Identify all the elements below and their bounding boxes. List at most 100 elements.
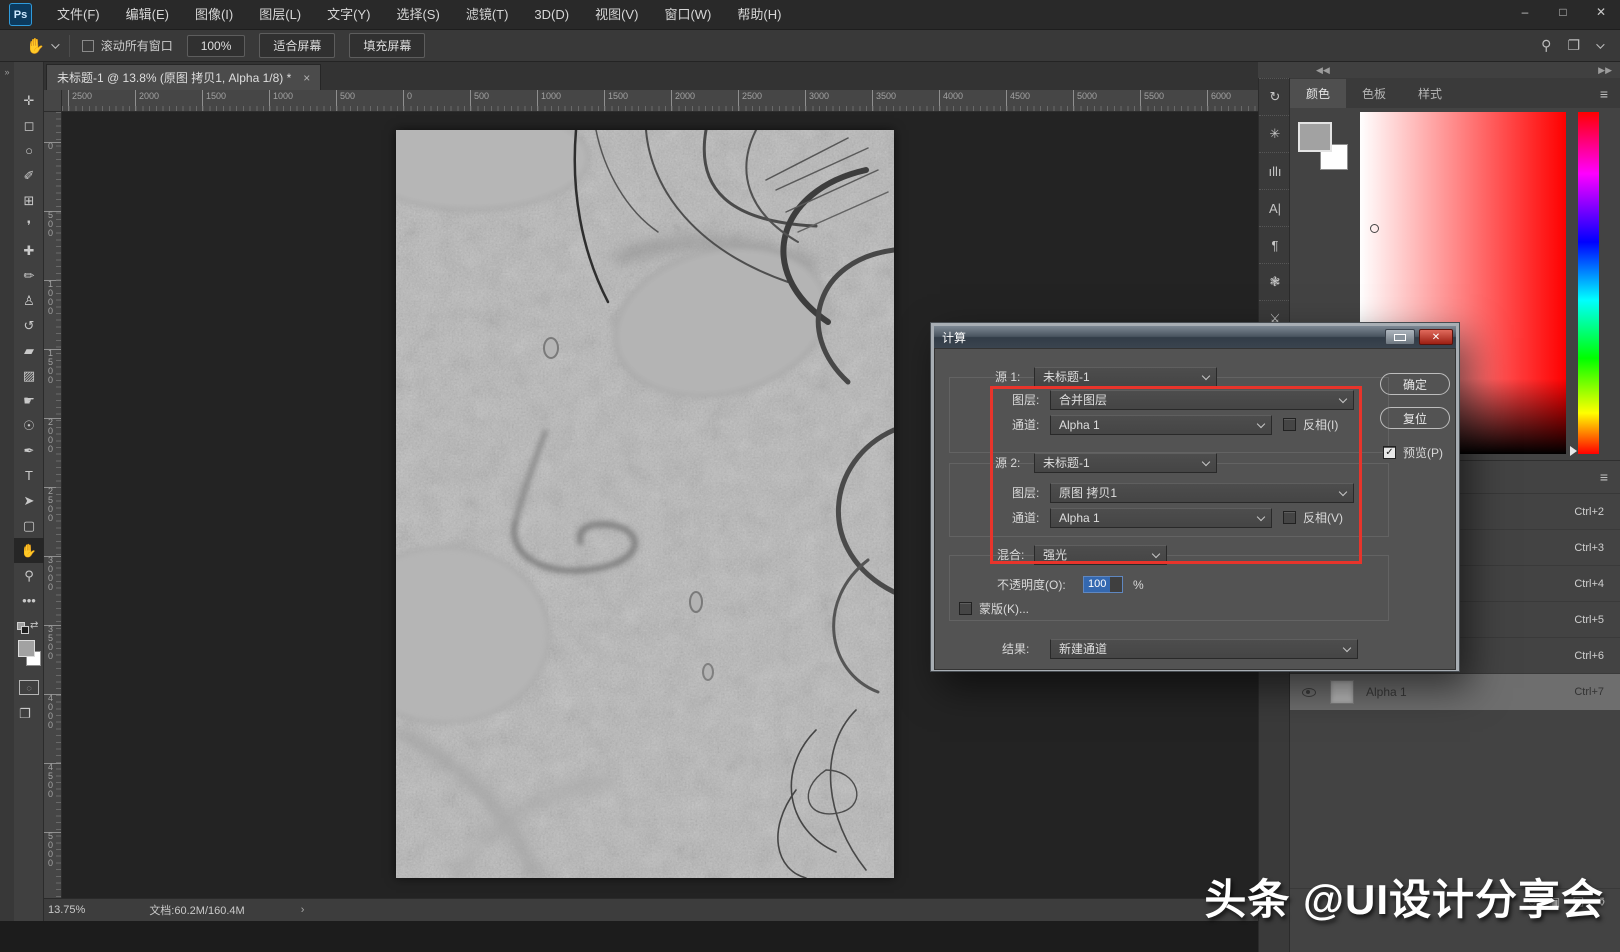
menu-item[interactable]: 3D(D) [521,0,582,30]
healing-brush-tool[interactable]: ✚ [14,238,44,263]
paragraph-panel-icon[interactable]: ¶ [1259,226,1291,263]
collapse-panels-icon[interactable]: ▶▶ [1598,65,1612,76]
fill-screen-button[interactable]: 填充屏幕 [349,33,425,58]
toolbar-collapse-strip[interactable]: » [0,62,14,921]
dialog-title-bar[interactable]: 计算 ✕ [934,326,1456,348]
smudge-tool[interactable]: ☛ [14,388,44,413]
lasso-tool[interactable]: ○ [14,138,44,163]
fit-screen-button[interactable]: 适合屏幕 [259,33,335,58]
screen-mode-button[interactable]: ❐ [19,706,31,722]
scroll-all-windows-checkbox[interactable] [82,40,94,52]
window-controls: –□✕ [1506,0,1620,29]
invert1-label: 反相(I) [1303,415,1338,435]
opacity-input[interactable]: 100 [1083,576,1123,593]
preview-checkbox[interactable]: ✓ [1383,446,1396,459]
menu-item[interactable]: 帮助(H) [724,0,794,30]
close-button[interactable]: ✕ [1582,0,1620,24]
result-label: 结果: [1002,639,1029,659]
result-dropdown[interactable]: 新建通道 [1050,639,1358,659]
panel-tab[interactable]: 样式 [1402,79,1458,108]
photoshop-window: Ps 文件(F)编辑(E)图像(I)图层(L)文字(Y)选择(S)滤镜(T)3D… [0,0,1620,952]
photoshop-logo: Ps [9,3,32,26]
quick-mask-button[interactable]: ◌ [19,680,39,695]
marquee-tool[interactable]: ◻ [14,113,44,138]
channel-thumbnail[interactable] [1330,680,1354,704]
color-picker-marker[interactable] [1370,224,1379,233]
hue-slider-marker[interactable] [1570,446,1577,456]
quick-select-tool[interactable]: ✐ [14,163,44,188]
invert1-checkbox[interactable] [1283,418,1296,431]
source1-dropdown[interactable]: 未标题-1 [1034,367,1217,387]
blend-dropdown[interactable]: 强光 [1034,545,1167,565]
visibility-eye-icon[interactable] [1302,688,1316,697]
histogram-panel-icon[interactable]: ıllı [1259,152,1291,189]
mask-checkbox[interactable] [959,602,972,615]
collapse-panels-icon[interactable]: ◀◀ [1316,65,1330,76]
menu-item[interactable]: 图层(L) [246,0,314,30]
menu-item[interactable]: 文字(Y) [314,0,383,30]
zoom-100-button[interactable]: 100% [187,35,246,57]
type-tool[interactable]: T [14,463,44,488]
libraries-panel-icon[interactable]: ❃ [1259,263,1291,300]
history-brush-tool[interactable]: ↺ [14,313,44,338]
channel1-dropdown[interactable]: Alpha 1 [1050,415,1272,435]
hand-tool[interactable]: ✋ [14,538,44,563]
color-panel-foreground-swatch[interactable] [1298,122,1332,152]
panel-menu-icon[interactable]: ≡ [1600,86,1608,102]
calculations-dialog: 计算 ✕ 源 1: 未标题-1 图层: 合并图层 通道: Alpha 1 反相( [930,322,1460,672]
tab-close-icon[interactable]: × [303,71,310,85]
minimize-button[interactable]: – [1506,0,1544,24]
source2-label: 源 2: [995,453,1020,473]
dodge-tool[interactable]: ☉ [14,413,44,438]
path-select-tool[interactable]: ➤ [14,488,44,513]
panel-tab[interactable]: 色板 [1346,79,1402,108]
swap-colors-icon[interactable]: ⇄ [30,620,38,631]
clone-stamp-tool[interactable]: ♙ [14,288,44,313]
zoom-level[interactable]: 13.75% [48,904,85,916]
menu-item[interactable]: 窗口(W) [651,0,724,30]
zoom-tool[interactable]: ⚲ [14,563,44,588]
source2-dropdown[interactable]: 未标题-1 [1034,453,1217,473]
menu-item[interactable]: 视图(V) [582,0,651,30]
character-panel-icon[interactable]: A| [1259,189,1291,226]
layer1-dropdown[interactable]: 合并图层 [1050,390,1354,410]
dialog-close-button[interactable]: ✕ [1419,329,1453,345]
menu-item[interactable]: 图像(I) [182,0,246,30]
document-tab[interactable]: 未标题-1 @ 13.8% (原图 拷贝1, Alpha 1/8) * × [46,64,321,90]
maximize-button[interactable]: □ [1544,0,1582,24]
menu-item[interactable]: 编辑(E) [113,0,182,30]
panel-menu-icon[interactable]: ≡ [1600,469,1608,485]
history-panel-icon[interactable]: ↻ [1259,78,1291,115]
ruler-corner [44,90,62,112]
foreground-color-swatch[interactable] [18,640,35,657]
workspace-icon[interactable]: ❐ [1567,37,1580,54]
menu-item[interactable]: 选择(S) [383,0,452,30]
channel2-dropdown[interactable]: Alpha 1 [1050,508,1272,528]
shape-tool[interactable]: ▢ [14,513,44,538]
ruler-ticks [56,112,61,898]
pen-tool[interactable]: ✒ [14,438,44,463]
edit-toolbar-button[interactable]: ••• [14,588,44,613]
chevron-down-icon[interactable] [1596,40,1604,48]
chevron-down-icon[interactable] [51,40,59,48]
gradient-tool[interactable]: ▨ [14,363,44,388]
move-tool[interactable]: ✛ [14,88,44,113]
eyedropper-tool[interactable]: ❜ [14,213,44,238]
eraser-tool[interactable]: ▰ [14,338,44,363]
canvas-image[interactable] [396,130,894,878]
channel-row-alpha1[interactable]: Alpha 1 Ctrl+7 [1290,674,1620,710]
menu-item[interactable]: 文件(F) [44,0,113,30]
ok-button[interactable]: 确定 [1380,373,1450,395]
crop-tool[interactable]: ⊞ [14,188,44,213]
hue-slider[interactable] [1578,112,1599,454]
panel-tab[interactable]: 颜色 [1290,79,1346,108]
navigator-panel-icon[interactable]: ✳ [1259,115,1291,152]
menu-item[interactable]: 滤镜(T) [453,0,522,30]
search-icon[interactable]: ⚲ [1541,37,1551,54]
status-chevron-icon[interactable]: › [301,904,305,916]
reset-button[interactable]: 复位 [1380,407,1450,429]
invert2-checkbox[interactable] [1283,511,1296,524]
layer2-dropdown[interactable]: 原图 拷贝1 [1050,483,1354,503]
brush-tool[interactable]: ✏ [14,263,44,288]
dialog-collapse-button[interactable] [1385,329,1415,345]
